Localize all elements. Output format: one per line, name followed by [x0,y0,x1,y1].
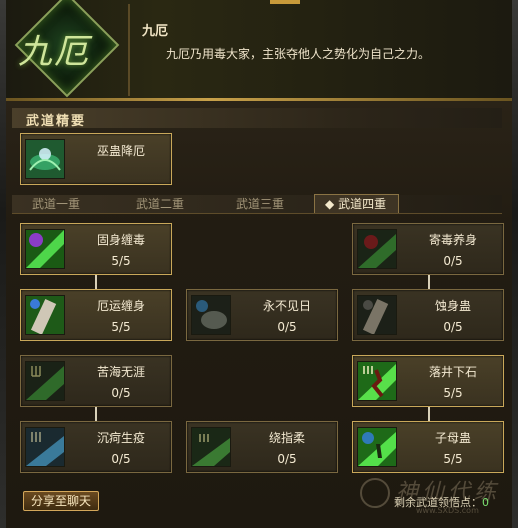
dark-orb-icon [191,295,231,335]
trident-slash-icon [25,427,65,467]
skill-level: 0/5 [277,320,297,334]
tab-tier-4[interactable]: ◆ 武道四重 [314,194,400,213]
skill-card[interactable]: 固身缠毒 5/5 [20,223,172,275]
core-skill-card[interactable]: 巫蛊降厄 [20,133,172,185]
skill-name: 沉疴生疫 [96,431,145,445]
core-skill-name: 巫蛊降厄 [96,144,145,158]
gauntlet-icon [357,295,397,335]
skill-name: 蚀身蛊 [434,299,471,313]
skill-level: 5/5 [443,452,463,466]
trident-icon [25,361,65,401]
skill-card[interactable]: 永不见日 0/5 [186,289,338,341]
skill-level: 0/5 [111,452,131,466]
skill-card[interactable]: 苦海无涯 0/5 [20,355,172,407]
skill-card[interactable]: 子母蛊 5/5 [352,421,504,473]
school-description: 九厄乃用毒大家，主张夺他人之势化为自己之力。 [166,47,431,61]
skill-name: 苦海无涯 [96,365,145,379]
skill-name: 厄运缠身 [96,299,145,313]
skill-connector [428,405,430,421]
grass-hand-icon [191,427,231,467]
school-emblem: 九厄 [8,0,126,98]
skill-name: 寄毒养身 [428,233,477,247]
section-title: 武道精要 [26,114,87,129]
section-title-bar: 武道精要 [12,108,502,129]
skill-connector [95,405,97,421]
tier-tabs: 武道一重 武道二重 武道三重 ◆ 武道四重 [12,194,502,214]
window-frame-right [512,0,518,528]
poison-flower-icon [357,229,397,269]
tab-tier-2[interactable]: 武道二重 [136,195,184,213]
top-ornament [270,0,300,4]
share-to-chat-button[interactable]: 分享至聊天 [23,491,99,511]
tab-tier-4-label: 武道四重 [338,197,387,211]
emblem-text: 九厄 [18,32,90,72]
vine-claw-icon [25,229,65,269]
skill-level: 0/5 [443,254,463,268]
skill-name: 落井下石 [428,365,477,379]
remaining-points-value: 0 [482,496,489,509]
active-tab-marker: ◆ [325,197,335,211]
skill-connector [95,273,97,289]
tab-tier-3[interactable]: 武道三重 [236,195,284,213]
skill-card[interactable]: 蚀身蛊 0/5 [352,289,504,341]
figure-icon [357,361,397,401]
spirit-orb-icon [357,427,397,467]
remaining-points-label: 剩余武道领悟点： [394,496,482,509]
skill-name: 固身缠毒 [96,233,145,247]
skill-level: 0/5 [277,452,297,466]
skill-name: 绕指柔 [268,431,305,445]
skill-name: 永不见日 [262,299,311,313]
skill-level: 5/5 [443,386,463,400]
skill-level: 5/5 [111,254,131,268]
skill-level: 0/5 [111,386,131,400]
skill-name: 子母蛊 [434,431,471,445]
remaining-points: 剩余武道领悟点：0 [394,494,489,510]
skill-connector [428,273,430,289]
watermark-badge-icon [360,478,390,508]
skill-card[interactable]: 寄毒养身 0/5 [352,223,504,275]
skill-card[interactable]: 落井下石 5/5 [352,355,504,407]
school-name: 九厄 [142,24,169,39]
poison-swirl-icon [25,139,65,179]
skill-level: 5/5 [111,320,131,334]
arm-bind-icon [25,295,65,335]
skill-card[interactable]: 厄运缠身 5/5 [20,289,172,341]
skill-card[interactable]: 绕指柔 0/5 [186,421,338,473]
tab-tier-1[interactable]: 武道一重 [32,195,80,213]
skill-card[interactable]: 沉疴生疫 0/5 [20,421,172,473]
skill-level: 0/5 [443,320,463,334]
header-divider [128,4,130,96]
